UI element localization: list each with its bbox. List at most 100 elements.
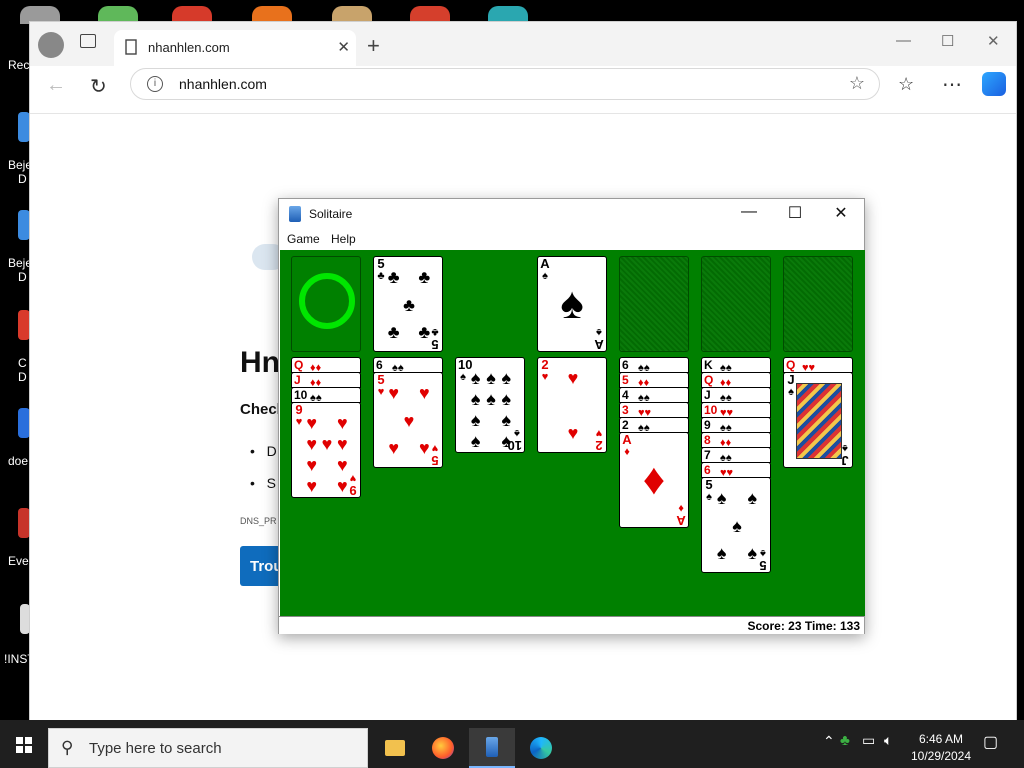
stacked-card[interactable]: 7 ♠♠: [701, 447, 771, 464]
card-rank: J: [294, 373, 301, 387]
error-code: DNS_PR: [240, 516, 277, 526]
stacked-card[interactable]: J ♠♠: [701, 387, 771, 404]
solitaire-titlebar[interactable]: Solitaire — ☐ ✕: [279, 199, 864, 229]
pip: ♠: [486, 389, 496, 409]
stacked-card[interactable]: 5 ♦♦: [619, 372, 689, 389]
pip: [581, 368, 596, 389]
minimize-icon[interactable]: —: [896, 32, 911, 49]
tray-app-icon[interactable]: ♣: [840, 732, 850, 749]
desktop-icon-bejeweled-2[interactable]: Beje D: [0, 210, 32, 284]
stacked-card[interactable]: 2 ♠♠: [619, 417, 689, 434]
stacked-card[interactable]: Q ♦♦: [291, 357, 361, 374]
stacked-card[interactable]: 4 ♠♠: [619, 387, 689, 404]
solitaire-app-icon: [289, 206, 301, 222]
chevron-up-icon[interactable]: ⌃: [823, 733, 835, 750]
firefox-icon[interactable]: [420, 728, 466, 768]
tab-nhanhlen[interactable]: nhanhlen.com ✕: [114, 30, 356, 66]
desktop-icon-inst[interactable]: !INST: [0, 604, 35, 666]
stock-pile[interactable]: [291, 256, 361, 352]
stacked-card[interactable]: 6 ♥♥: [701, 462, 771, 479]
maximize-icon[interactable]: ☐: [941, 32, 954, 50]
pip: ♠: [470, 410, 481, 430]
card-rank: 4: [622, 388, 629, 402]
game-felt[interactable]: 5 ♣ 5 ♣ ♣ ♣ ♣ ♣ ♣ A ♠ A ♠ ♠ Q ♦♦ J ♦♦ 10 ♠♠ 9 ♥ 9 ♥ ♥ ♥ ♥ ♥ ♥ ♥ ♥ ♥ ♥ 6 ♠♠…: [280, 250, 865, 616]
menu-game[interactable]: Game: [287, 232, 320, 246]
stacked-card[interactable]: J ♦♦: [291, 372, 361, 389]
card-rank-bottom: A ♠: [594, 326, 604, 352]
profile-avatar[interactable]: [38, 32, 64, 58]
file-explorer-icon[interactable]: [372, 728, 418, 768]
pip: ♠: [716, 488, 727, 508]
desktop-icon-c[interactable]: CD: [0, 310, 30, 384]
playing-card[interactable]: 5 ♠ 5 ♠ ♠ ♠ ♠ ♠ ♠: [701, 477, 771, 573]
stacked-card[interactable]: Q ♥♥: [783, 357, 853, 374]
close-icon[interactable]: ✕: [987, 32, 1000, 50]
favorites-icon[interactable]: ☆: [898, 74, 914, 95]
maximize-icon[interactable]: ☐: [775, 203, 815, 225]
address-bar[interactable]: i nhanhlen.com ☆: [130, 68, 880, 100]
new-tab-button[interactable]: +: [367, 33, 380, 59]
foundation-slot[interactable]: [783, 256, 853, 352]
stacked-card[interactable]: 6 ♠♠: [619, 357, 689, 374]
clock-date: 10/29/2024: [910, 749, 972, 763]
card-rank: K: [704, 358, 713, 372]
tab-actions-icon[interactable]: [80, 34, 96, 48]
card-rank: 3: [622, 403, 629, 417]
back-icon[interactable]: ←: [46, 74, 66, 97]
desktop-icon-bejeweled-1[interactable]: Beje D: [0, 112, 32, 186]
playing-card[interactable]: A ♠ A ♠ ♠: [537, 256, 607, 352]
bullet-1: • D: [250, 443, 277, 459]
stacked-card[interactable]: 10 ♠♠: [291, 387, 361, 404]
desktop-icon-eve[interactable]: Eve: [0, 508, 30, 568]
favorite-star-icon[interactable]: ☆: [849, 73, 865, 94]
more-menu-icon[interactable]: ⋯: [942, 72, 962, 97]
foundation-slot[interactable]: [619, 256, 689, 352]
solitaire-taskbar-icon[interactable]: [469, 728, 515, 768]
stacked-card[interactable]: 8 ♦♦: [701, 432, 771, 449]
playing-card[interactable]: A ♦ A ♦ ♦: [619, 432, 689, 528]
clock[interactable]: 6:46 AM 10/29/2024: [906, 731, 976, 765]
notification-icon[interactable]: ▢: [983, 732, 998, 752]
minimize-icon[interactable]: —: [729, 203, 769, 225]
playing-card[interactable]: 2 ♥ 2 ♥ ♥ ♥: [537, 357, 607, 453]
card-rank: Q: [294, 358, 304, 372]
card-rank: 10 ♠: [458, 357, 473, 383]
refresh-icon[interactable]: ↻: [90, 74, 107, 99]
close-icon[interactable]: ✕: [821, 203, 861, 225]
card-rank: 6: [376, 358, 383, 372]
close-tab-icon[interactable]: ✕: [337, 38, 350, 56]
start-icon[interactable]: [16, 737, 32, 753]
playing-card[interactable]: 5 ♥ 5 ♥ ♥ ♥ ♥ ♥ ♥: [373, 372, 443, 468]
redeal-ring-icon[interactable]: [299, 273, 355, 329]
solitaire-menubar: Game Help: [279, 229, 864, 250]
site-info-icon[interactable]: i: [147, 76, 163, 92]
copilot-icon[interactable]: [982, 72, 1006, 96]
playing-card[interactable]: J ♠ J ♠: [783, 372, 853, 468]
pip: [417, 411, 432, 432]
playing-card[interactable]: 10 ♠ 10 ♠ ♠ ♠ ♠ ♠ ♠ ♠ ♠ ♠ ♠ ♠: [455, 357, 525, 453]
stacked-card[interactable]: K ♠♠: [701, 357, 771, 374]
playing-card[interactable]: 9 ♥ 9 ♥ ♥ ♥ ♥ ♥ ♥ ♥ ♥ ♥ ♥: [291, 402, 361, 498]
taskbar-search[interactable]: ⚲ Type here to search: [48, 728, 368, 768]
menu-help[interactable]: Help: [331, 232, 356, 246]
search-icon: ⚲: [61, 738, 74, 757]
card-rank: 5: [622, 373, 629, 387]
pip: ♥: [336, 455, 348, 475]
stacked-card[interactable]: 10 ♥♥: [701, 402, 771, 419]
stacked-card[interactable]: Q ♦♦: [701, 372, 771, 389]
edge-icon[interactable]: [518, 728, 564, 768]
playing-card[interactable]: 5 ♣ 5 ♣ ♣ ♣ ♣ ♣ ♣: [373, 256, 443, 352]
foundation-slot[interactable]: [701, 256, 771, 352]
stacked-card[interactable]: 3 ♥♥: [619, 402, 689, 419]
card-rank: J: [704, 388, 711, 402]
network-icon[interactable]: ▭: [862, 732, 875, 749]
stacked-card[interactable]: 9 ♠♠: [701, 417, 771, 434]
card-rank: Q: [704, 373, 714, 387]
stacked-card[interactable]: 6 ♠♠: [373, 357, 443, 374]
pip: [550, 368, 565, 389]
volume-icon[interactable]: 🔈︎: [884, 732, 892, 749]
pip: ♠: [747, 488, 758, 508]
desktop-icon-doe[interactable]: doe: [0, 408, 30, 468]
pip: ♥: [388, 383, 399, 403]
pip: ♥: [336, 413, 348, 433]
